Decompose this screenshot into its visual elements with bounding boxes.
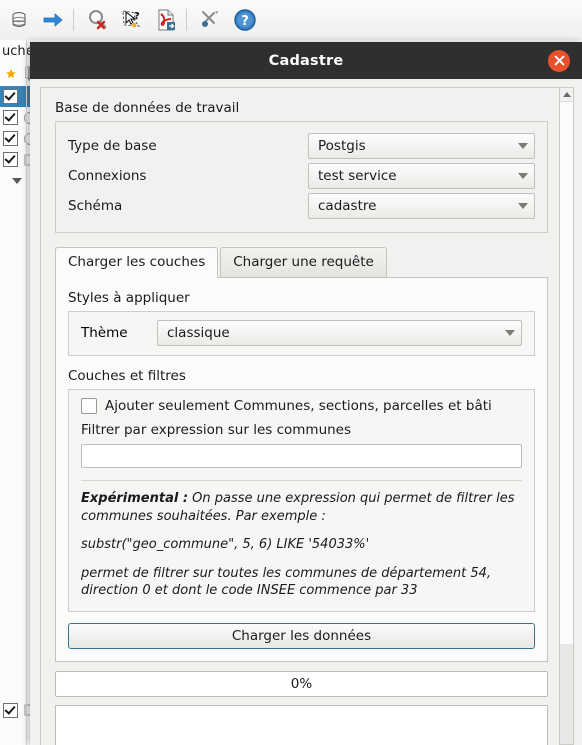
select-connexions[interactable]: test service xyxy=(308,163,535,189)
progress-label: 0% xyxy=(290,675,313,692)
help-icon[interactable]: ? xyxy=(230,5,260,35)
label-filtrer-par-expression: Filtrer par expression sur les communes xyxy=(81,422,352,438)
chevron-down-icon xyxy=(518,143,528,149)
help-paragraph-1: Expérimental : On passe une expression q… xyxy=(81,490,522,525)
chevron-down-icon[interactable] xyxy=(12,177,22,184)
layers-panel-title: uche xyxy=(2,44,34,59)
layer-visibility-checkbox[interactable] xyxy=(3,702,18,718)
field-row-connexions: Connexions test service xyxy=(68,161,535,191)
database-groupbox: Type de base Postgis Connexions test ser… xyxy=(55,121,548,233)
help-text: Expérimental : On passe une expression q… xyxy=(81,490,522,600)
label-type-de-base: Type de base xyxy=(68,138,157,154)
divider xyxy=(81,480,522,481)
svg-text:?: ? xyxy=(241,14,249,29)
field-row-schema: Schéma cadastre xyxy=(68,191,535,221)
checkbox-row-ajouter-seulement[interactable]: Ajouter seulement Communes, sections, pa… xyxy=(81,398,522,414)
layers-filters-groupbox: Ajouter seulement Communes, sections, pa… xyxy=(68,389,535,612)
database-icon[interactable] xyxy=(4,5,34,35)
tab-charger-une-requete[interactable]: Charger une requête xyxy=(220,247,387,277)
field-row-type-de-base: Type de base Postgis xyxy=(68,131,535,161)
label-theme: Thème xyxy=(81,325,128,341)
label-schema: Schéma xyxy=(68,198,123,214)
dialog-scroll-area: Base de données de travail Type de base … xyxy=(40,87,563,745)
tabpanel-charger-les-couches: Styles à appliquer Thème classique Couch… xyxy=(55,277,548,662)
tabstrip: Charger les couches Charger une requête xyxy=(55,247,548,278)
layer-visibility-checkbox[interactable] xyxy=(3,89,18,104)
dialog-titlebar[interactable]: Cadastre xyxy=(30,42,582,79)
pdf-export-icon[interactable] xyxy=(151,5,181,35)
cadastre-dialog: Cadastre Base de données de travail Type… xyxy=(30,42,582,745)
layers-filters-section-label: Couches et filtres xyxy=(68,368,186,384)
select-theme[interactable]: classique xyxy=(157,320,522,346)
help-lead: Expérimental : xyxy=(81,491,189,506)
toolbar-separator xyxy=(186,9,187,31)
styles-groupbox: Thème classique xyxy=(68,311,535,356)
help-paragraph-3: permet de filtrer sur toutes les commune… xyxy=(81,565,491,599)
select-theme-value: classique xyxy=(167,325,230,341)
progress-bar: 0% xyxy=(55,670,548,697)
screen: ? ? uche Cadastre Base de données de tra… xyxy=(0,0,582,745)
help-paragraph-2: substr("geo_commune", 5, 6) LIKE '54033%… xyxy=(81,537,370,553)
field-row-theme: Thème classique xyxy=(81,320,522,346)
layer-visibility-checkbox[interactable] xyxy=(3,152,18,167)
load-data-button[interactable]: Charger les données xyxy=(68,622,535,649)
checkbox-label-ajouter-seulement: Ajouter seulement Communes, sections, pa… xyxy=(105,398,492,414)
dialog-scrollbar[interactable] xyxy=(559,87,574,745)
chevron-down-icon xyxy=(518,203,528,209)
scrollbar-track[interactable] xyxy=(560,644,573,744)
select-type-de-base-value: Postgis xyxy=(318,138,366,154)
filter-expression-input[interactable] xyxy=(81,444,522,468)
select-connexions-value: test service xyxy=(318,168,397,184)
database-section-label: Base de données de travail xyxy=(55,100,240,116)
star-icon[interactable] xyxy=(0,63,22,85)
scroll-up-icon[interactable] xyxy=(560,88,573,102)
svg-text:?: ? xyxy=(134,11,140,22)
select-query-icon[interactable]: ? xyxy=(117,5,147,35)
panel-splitter[interactable] xyxy=(26,40,27,745)
dialog-body: Base de données de travail Type de base … xyxy=(30,79,582,745)
magnifier-remove-icon[interactable] xyxy=(83,5,113,35)
tabs-region: Charger les couches Charger une requête … xyxy=(55,247,548,662)
chevron-down-icon xyxy=(505,330,515,336)
close-icon[interactable] xyxy=(548,49,570,72)
select-type-de-base[interactable]: Postgis xyxy=(308,133,535,159)
chevron-down-icon xyxy=(518,173,528,179)
tools-icon[interactable] xyxy=(196,5,226,35)
styles-section-label: Styles à appliquer xyxy=(68,290,190,306)
dialog-content: Base de données de travail Type de base … xyxy=(41,88,562,745)
arrow-right-icon[interactable] xyxy=(38,5,68,35)
select-schema-value: cadastre xyxy=(318,198,377,214)
select-schema[interactable]: cadastre xyxy=(308,193,535,219)
toolbar-separator xyxy=(73,9,74,31)
layer-visibility-checkbox[interactable] xyxy=(3,131,18,146)
label-connexions: Connexions xyxy=(68,168,147,184)
log-output xyxy=(55,704,548,745)
app-toolbar: ? ? xyxy=(0,0,582,41)
layer-visibility-checkbox[interactable] xyxy=(3,110,18,125)
tab-charger-les-couches[interactable]: Charger les couches xyxy=(55,247,219,278)
dialog-title: Cadastre xyxy=(268,52,344,69)
checkbox-ajouter-seulement[interactable] xyxy=(81,398,97,414)
